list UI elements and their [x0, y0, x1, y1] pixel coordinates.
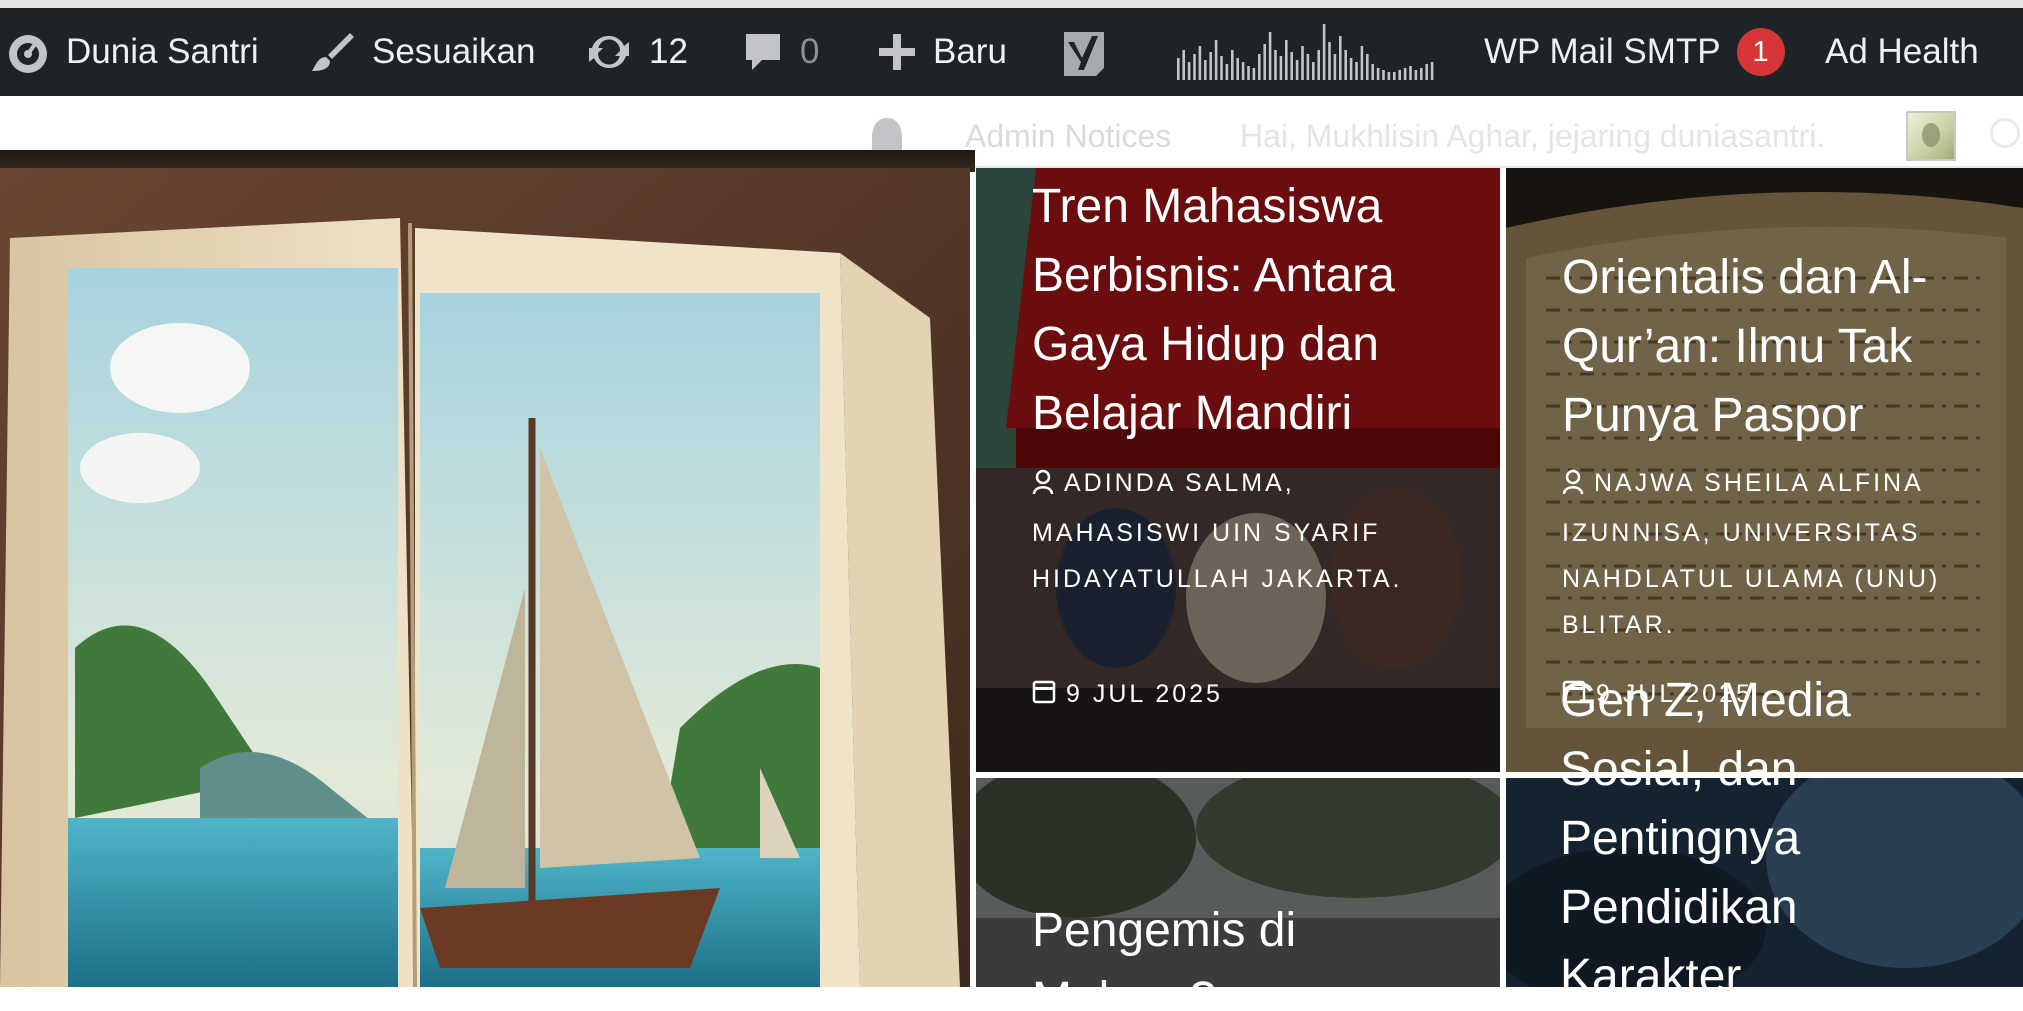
top-strip	[0, 0, 2023, 8]
sparkline-bar	[1198, 46, 1202, 80]
sparkline-bar	[1339, 36, 1342, 80]
customize-label: Sesuaikan	[372, 32, 536, 71]
new-label: Baru	[933, 32, 1007, 71]
admin-bar: Dunia Santri Sesuaikan 12 0 Baru WP Mail…	[0, 8, 2023, 96]
post-date-text: 9 JUL 2025	[1066, 680, 1223, 708]
sparkline-bar	[1225, 64, 1229, 80]
sparkline-bar	[1306, 54, 1310, 80]
sparkline-bar	[1425, 64, 1428, 80]
stats-sparkline[interactable]	[1175, 8, 1439, 96]
customize-menu[interactable]: Sesuaikan	[310, 8, 535, 96]
dashboard-icon	[6, 30, 50, 74]
admin-notices-label[interactable]: Admin Notices	[965, 118, 1171, 155]
sparkline-bar	[1387, 72, 1391, 80]
sparkline-bar	[1247, 66, 1250, 80]
post-title[interactable]: Tren Mahasiswa Berbisnis: Antara Gaya Hi…	[1032, 172, 1462, 448]
user-greeting[interactable]: Hai, Mukhlisin Aghar, jejaring duniasant…	[1240, 118, 1825, 155]
sparkline-bar	[1328, 42, 1331, 80]
calendar-icon	[1032, 678, 1056, 711]
sparkline-bar	[1193, 54, 1196, 80]
sparkline-graph	[1177, 24, 1434, 80]
sparkline-bar	[1209, 52, 1212, 80]
sparkline-bar	[1371, 64, 1374, 80]
sparkline-bar	[1409, 66, 1412, 80]
yoast-menu[interactable]	[1058, 8, 1110, 96]
post-card[interactable]: Pengemis di Makam? ...	[976, 778, 1500, 987]
brush-icon	[310, 29, 356, 75]
notification-badge: 1	[1736, 28, 1785, 76]
sparkline-bar	[1187, 62, 1191, 80]
sparkline-bar	[1403, 68, 1407, 80]
sparkline-bar	[1241, 62, 1245, 80]
sparkline-bar	[1258, 54, 1261, 80]
post-author-text: Adinda Salma, Mahasiswi UIN Syarif Hiday…	[1032, 469, 1403, 593]
comment-icon	[742, 30, 784, 74]
sparkline-bar	[1295, 60, 1299, 80]
sparkline-bar	[1312, 62, 1315, 80]
sparkline-bar	[1430, 62, 1434, 80]
sparkline-bar	[1290, 52, 1293, 80]
wp-mail-smtp-menu[interactable]: WP Mail SMTP 1	[1484, 8, 1785, 96]
refresh-icon	[585, 28, 633, 76]
post-author[interactable]: Adinda Salma, Mahasiswi UIN Syarif Hiday…	[1032, 460, 1462, 602]
sparkline-bar	[1376, 68, 1380, 80]
sparkline-bar	[1252, 68, 1256, 80]
user-icon	[1562, 464, 1584, 510]
updates-count: 12	[649, 32, 688, 71]
ad-health-label: Ad Health	[1825, 32, 1979, 71]
sparkline-bar	[1285, 40, 1288, 80]
sparkline-bar	[1220, 56, 1223, 80]
sparkline-bar	[1360, 46, 1364, 80]
sparkline-bar	[1214, 40, 1218, 80]
updates-menu[interactable]: 12	[585, 8, 688, 96]
sparkline-bar	[1317, 50, 1320, 80]
user-icon	[1032, 464, 1054, 510]
avatar[interactable]	[1906, 111, 1956, 161]
sparkline-bar	[1366, 54, 1369, 80]
sparkline-bar	[1322, 24, 1326, 80]
sparkline-bar	[1333, 54, 1337, 80]
sparkline-bar	[1182, 50, 1185, 80]
sparkline-bar	[1398, 70, 1401, 80]
sparkline-bar	[1414, 70, 1418, 80]
sparkline-bar	[1301, 46, 1304, 80]
post-author-text: Najwa Sheila Alfina Izunnisa, Universita…	[1562, 469, 1941, 639]
sparkline-bar	[1420, 68, 1423, 80]
sparkline-bar	[1236, 58, 1239, 80]
comments-count: 0	[800, 32, 820, 71]
sparkline-bar	[1279, 56, 1283, 80]
comments-menu[interactable]: 0	[742, 8, 819, 96]
site-name-menu[interactable]: Dunia Santri	[6, 8, 259, 96]
plus-icon	[877, 32, 917, 72]
yoast-icon	[1058, 26, 1110, 78]
ad-health-menu[interactable]: Ad Health	[1825, 8, 1979, 96]
post-date: 9 JUL 2025	[1032, 678, 1223, 711]
sparkline-bar	[1204, 60, 1207, 80]
search-icon[interactable]	[1990, 118, 2020, 148]
wp-mail-smtp-label: WP Mail SMTP	[1484, 32, 1721, 71]
sparkline-bar	[1263, 44, 1266, 80]
sparkline-bar	[1393, 72, 1396, 80]
sparkline-bar	[1274, 50, 1277, 80]
new-content-menu[interactable]: Baru	[877, 8, 1007, 96]
sparkline-bar	[1268, 32, 1272, 80]
sparkline-bar	[1382, 70, 1385, 80]
sparkline-bar	[1355, 62, 1358, 80]
post-title[interactable]: Gen Z, Media Sosial, dan Pentingnya Pend…	[1560, 666, 1990, 1011]
post-author[interactable]: Najwa Sheila Alfina Izunnisa, Universita…	[1562, 460, 1992, 648]
post-title[interactable]: Orientalis dan Al-Qur’an: Ilmu Tak Punya…	[1562, 243, 1992, 450]
sparkline-bar	[1344, 50, 1347, 80]
post-card[interactable]: Tren Mahasiswa Berbisnis: Antara Gaya Hi…	[976, 168, 1500, 772]
featured-image-book[interactable]	[0, 168, 970, 987]
sparkline-bar	[1349, 58, 1353, 80]
sparkline-bar	[1177, 58, 1180, 80]
sparkline-bar	[1231, 50, 1234, 80]
site-name-label: Dunia Santri	[66, 32, 259, 71]
post-title[interactable]: Pengemis di Makam? ...	[1032, 896, 1462, 987]
